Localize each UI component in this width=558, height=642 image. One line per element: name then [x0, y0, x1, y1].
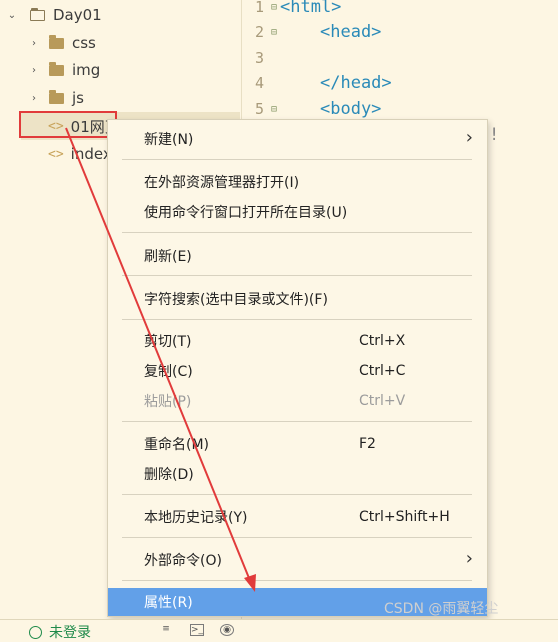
- list-icon[interactable]: ≡: [159, 624, 173, 636]
- menu-item-refresh[interactable]: 刷新(E): [108, 242, 487, 270]
- menu-item-local-history[interactable]: 本地历史记录(Y) Ctrl+Shift+H: [108, 503, 487, 531]
- login-status[interactable]: 未登录: [29, 622, 91, 642]
- menu-item-paste: 粘贴(P) Ctrl+V: [144, 393, 406, 410]
- chevron-right-icon[interactable]: ›: [28, 93, 40, 104]
- folder-icon: [30, 7, 45, 21]
- tree-item-day01[interactable]: ⌄ Day01: [6, 1, 102, 29]
- terminal-icon[interactable]: >_: [190, 624, 204, 636]
- code-line: 3: [254, 49, 264, 67]
- folder-icon: [49, 89, 64, 104]
- menu-separator: [122, 275, 472, 276]
- menu-item-rename[interactable]: 重命名(M) F2: [108, 430, 487, 458]
- tree-item-label: img: [72, 61, 101, 79]
- fold-icon[interactable]: ⊟: [268, 2, 280, 13]
- menu-item-copy[interactable]: 复制(C) Ctrl+C: [108, 357, 487, 385]
- menu-item-open-cmd[interactable]: 使用命令行窗口打开所在目录(U): [108, 198, 487, 226]
- menu-separator: [122, 159, 472, 160]
- chevron-right-icon: ›: [465, 548, 473, 569]
- chevron-right-icon[interactable]: ›: [28, 38, 40, 49]
- tree-item-img[interactable]: › img: [28, 56, 100, 84]
- menu-item-external-command[interactable]: 外部命令(O) ›: [108, 546, 487, 574]
- globe-icon[interactable]: ◉: [220, 624, 234, 636]
- folder-icon: [49, 34, 64, 49]
- tree-item-label: js: [72, 89, 84, 107]
- annotation-box: [19, 111, 117, 138]
- menu-separator: [122, 232, 472, 233]
- watermark: CSDN @雨翼轻尘: [384, 601, 499, 617]
- code-line: 2 ⊟ <head>: [254, 22, 382, 42]
- menu-separator: [122, 421, 472, 422]
- tree-item-js[interactable]: › js: [28, 84, 84, 112]
- chevron-right-icon[interactable]: ›: [28, 65, 40, 76]
- code-text: !: [489, 125, 500, 145]
- fold-icon[interactable]: ⊟: [268, 27, 280, 38]
- tree-item-label: index: [70, 145, 112, 163]
- user-icon: [29, 625, 42, 639]
- tree-item-css[interactable]: › css: [28, 29, 96, 57]
- menu-item-search[interactable]: 字符搜索(选中目录或文件)(F): [108, 285, 487, 313]
- chevron-right-icon: ›: [465, 127, 473, 148]
- menu-item-delete[interactable]: 删除(D): [108, 460, 487, 488]
- menu-separator: [122, 537, 472, 538]
- status-bar: 未登录 ≡ >_ ◉ CSDN @雨翼轻尘: [0, 601, 558, 642]
- context-menu: 新建(N) › 在外部资源管理器打开(I) 使用命令行窗口打开所在目录(U) 刷…: [107, 119, 488, 617]
- menu-separator: [122, 580, 472, 581]
- tree-item-file-index[interactable]: <> index: [21, 140, 112, 168]
- menu-item-open-explorer[interactable]: 在外部资源管理器打开(I): [108, 168, 487, 196]
- menu-separator: [122, 319, 472, 320]
- chevron-down-icon[interactable]: ⌄: [6, 10, 18, 21]
- tree-item-label: Day01: [53, 6, 102, 24]
- menu-separator: [122, 494, 472, 495]
- code-line: 4 </head>: [254, 73, 392, 93]
- folder-icon: [49, 61, 64, 76]
- code-line: 1 ⊟ <html>: [254, 0, 342, 17]
- fold-icon[interactable]: ⊟: [268, 104, 280, 115]
- html-file-icon: <>: [48, 146, 64, 162]
- menu-item-cut[interactable]: 剪切(T) Ctrl+X: [108, 327, 487, 355]
- tree-item-label: css: [72, 34, 96, 52]
- menu-item-new[interactable]: 新建(N) ›: [108, 125, 487, 153]
